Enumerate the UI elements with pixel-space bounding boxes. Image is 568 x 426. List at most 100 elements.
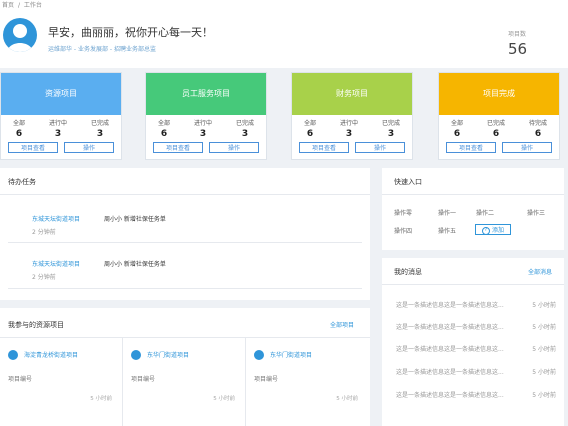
view-project-button[interactable]: 项目查看 bbox=[446, 142, 496, 153]
operate-button[interactable]: 操作 bbox=[64, 142, 114, 153]
plus-circle-icon: ? bbox=[481, 226, 490, 235]
my-messages-title: 我的消息 bbox=[394, 268, 422, 276]
view-project-button[interactable]: 项目查看 bbox=[299, 142, 349, 153]
stat-label: 进行中 bbox=[339, 120, 358, 127]
my-projects-title: 我参与的资源项目 bbox=[8, 321, 64, 329]
stat-value: 3 bbox=[96, 129, 104, 139]
project-icon bbox=[254, 350, 264, 360]
project-title[interactable]: 东华门街道项目 bbox=[147, 350, 189, 359]
project-title[interactable]: 海淀青龙桥街道项目 bbox=[24, 350, 78, 359]
stat-value: 6 bbox=[534, 129, 542, 139]
project-card[interactable]: 海淀青龙桥街道项目 项目编号 5 小时前 bbox=[0, 338, 120, 426]
message-time: 5 小时前 bbox=[532, 392, 556, 399]
stat-value: 6 bbox=[453, 129, 461, 139]
quick-item[interactable]: 操作四 bbox=[394, 226, 412, 235]
task-project-link[interactable]: 东城天坛街道项目 bbox=[32, 259, 80, 268]
operate-button[interactable]: 操作 bbox=[209, 142, 259, 153]
message-time: 5 小时前 bbox=[532, 302, 556, 309]
stat-label: 全部 bbox=[450, 120, 463, 127]
card-completed-projects: 项目完成 全部 6 已完成 6 待完成 6 项目查看 操作 bbox=[438, 72, 560, 160]
add-quick-entry-button[interactable]: ? 添加 bbox=[475, 224, 511, 235]
breadcrumb-separator: / bbox=[17, 2, 20, 9]
stat-label: 已完成 bbox=[381, 120, 400, 127]
card-title: 财务项目 bbox=[292, 73, 412, 115]
project-time: 5 小时前 bbox=[336, 396, 358, 402]
card-resource-projects: 资源项目 全部 6 进行中 3 已完成 3 项目查看 操作 bbox=[0, 72, 122, 160]
page-header bbox=[0, 12, 568, 68]
stat-value: 3 bbox=[345, 129, 353, 139]
message-text: 这是一条描述信息这是一条描述信息这... bbox=[396, 302, 504, 309]
view-project-button[interactable]: 项目查看 bbox=[8, 142, 58, 153]
view-project-button[interactable]: 项目查看 bbox=[153, 142, 203, 153]
divider bbox=[382, 194, 564, 195]
stat-label: 全部 bbox=[12, 120, 25, 127]
user-avatar-icon bbox=[7, 24, 33, 52]
project-card[interactable]: 东华门街道项目 项目编号 5 小时前 bbox=[246, 338, 366, 426]
divider bbox=[0, 194, 370, 195]
stat-label: 进行中 bbox=[48, 120, 67, 127]
stat-label: 已完成 bbox=[486, 120, 505, 127]
quick-entry-title: 快速入口 bbox=[394, 178, 422, 186]
avatar bbox=[3, 18, 37, 52]
stat-label: 已完成 bbox=[235, 120, 254, 127]
stat-value: 3 bbox=[199, 129, 207, 139]
quick-item[interactable]: 操作一 bbox=[438, 208, 456, 217]
breadcrumb-home[interactable]: 首页 bbox=[2, 2, 14, 9]
message-text: 这是一条描述信息这是一条描述信息这... bbox=[396, 324, 504, 331]
message-text: 这是一条描述信息这是一条描述信息这... bbox=[396, 392, 504, 399]
task-name: 周小小 新增社保任务单 bbox=[104, 216, 166, 223]
project-title[interactable]: 东华门街道项目 bbox=[270, 350, 312, 359]
divider bbox=[382, 284, 564, 285]
quick-item[interactable]: 操作二 bbox=[476, 208, 494, 217]
stat-value: 6 bbox=[306, 129, 314, 139]
project-time: 5 小时前 bbox=[213, 396, 235, 402]
project-card[interactable]: 东华门街道项目 项目编号 5 小时前 bbox=[123, 338, 243, 426]
divider bbox=[8, 242, 362, 243]
stat-label: 进行中 bbox=[193, 120, 212, 127]
greeting-text: 早安，曲丽丽，祝你开心每一天！ bbox=[48, 26, 213, 39]
stat-value: 3 bbox=[387, 129, 395, 139]
task-project-link[interactable]: 东城天坛街道项目 bbox=[32, 214, 80, 223]
card-finance-projects: 财务项目 全部 6 进行中 3 已完成 3 项目查看 操作 bbox=[291, 72, 413, 160]
breadcrumb-current: 工作台 bbox=[23, 2, 42, 9]
card-title: 资源项目 bbox=[1, 73, 121, 115]
operate-button[interactable]: 操作 bbox=[502, 142, 552, 153]
stat-value: 3 bbox=[241, 129, 249, 139]
stat-value: 6 bbox=[15, 129, 23, 139]
breadcrumb: 首页 / 工作台 bbox=[0, 0, 568, 12]
all-messages-link[interactable]: 全部消息 bbox=[528, 267, 552, 276]
message-text: 这是一条描述信息这是一条描述信息这... bbox=[396, 369, 504, 376]
message-time: 5 小时前 bbox=[532, 324, 556, 331]
quick-item[interactable]: 操作零 bbox=[394, 208, 412, 217]
all-projects-link[interactable]: 全部项目 bbox=[330, 320, 354, 329]
project-count-value: 56 bbox=[508, 40, 528, 58]
stat-label: 全部 bbox=[157, 120, 170, 127]
user-role-text: 运维部华 - 业务发展部 - 招聘业务部总监 bbox=[48, 46, 156, 53]
message-time: 5 小时前 bbox=[532, 346, 556, 353]
stat-value: 3 bbox=[54, 129, 62, 139]
add-label: 添加 bbox=[491, 227, 504, 234]
pending-tasks-panel: 待办任务 东城天坛街道项目 周小小 新增社保任务单 2 分钟前 东城天坛街道项目… bbox=[0, 168, 370, 300]
card-title: 项目完成 bbox=[439, 73, 559, 115]
project-number-label: 项目编号 bbox=[254, 376, 279, 383]
stat-label: 全部 bbox=[303, 120, 316, 127]
divider bbox=[8, 288, 362, 289]
task-time: 2 分钟前 bbox=[32, 229, 56, 236]
project-time: 5 小时前 bbox=[90, 396, 112, 402]
message-time: 5 小时前 bbox=[532, 369, 556, 376]
project-icon bbox=[131, 350, 141, 360]
operate-button[interactable]: 操作 bbox=[355, 142, 405, 153]
stat-value: 6 bbox=[492, 129, 500, 139]
quick-item[interactable]: 操作五 bbox=[438, 226, 456, 235]
stat-value: 6 bbox=[160, 129, 168, 139]
quick-item[interactable]: 操作三 bbox=[527, 208, 545, 217]
my-messages-panel: 我的消息 全部消息 bbox=[382, 258, 564, 426]
quick-entry-panel: 快速入口 操作零 操作一 操作二 操作三 操作四 操作五 ? 添加 bbox=[382, 168, 564, 250]
stat-label: 已完成 bbox=[90, 120, 109, 127]
card-title: 员工服务项目 bbox=[146, 73, 266, 115]
pending-tasks-title: 待办任务 bbox=[8, 178, 36, 186]
project-number-label: 项目编号 bbox=[131, 376, 156, 383]
task-time: 2 分钟前 bbox=[32, 274, 56, 281]
card-employee-service-projects: 员工服务项目 全部 6 进行中 3 已完成 3 项目查看 操作 bbox=[145, 72, 267, 160]
project-icon bbox=[8, 350, 18, 360]
